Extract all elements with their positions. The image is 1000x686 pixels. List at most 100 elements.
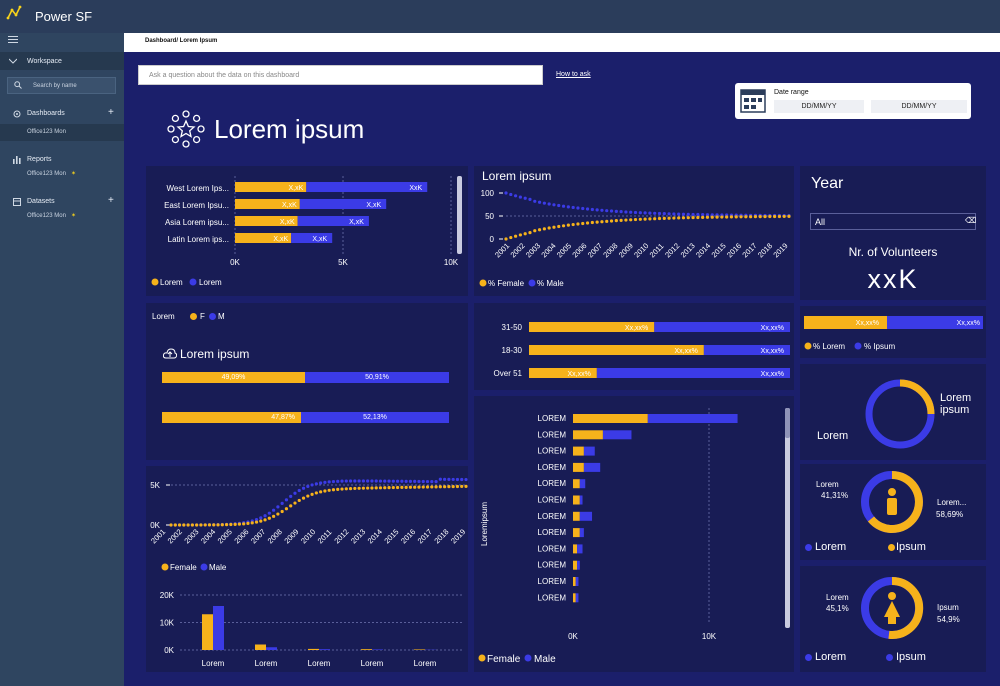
trend-female-point	[224, 523, 229, 527]
age-row-label: 31-50	[502, 323, 523, 332]
hbar-category-label: LOREM	[538, 430, 567, 439]
star-icon: ✶	[71, 171, 77, 177]
sidebar-item-reports[interactable]: Reports	[27, 156, 52, 163]
trend-male-point	[425, 479, 430, 484]
pct-female-point	[701, 215, 705, 219]
dashboard-icon	[13, 110, 21, 118]
pct-male-point	[537, 200, 542, 204]
workspace-row[interactable]	[0, 52, 124, 70]
pct-legend-m: % Male	[537, 279, 564, 288]
donut2-panel[interactable]: Lorem 41,31% Lorem... 58,69% Lorem Ipsum	[800, 464, 986, 560]
trend-panel[interactable]: 5K 0K 2001 2002 2003 2004 2005 2006 2007 2008 2009…	[146, 466, 468, 584]
add-dataset-icon[interactable]: +	[108, 195, 114, 206]
female-legend-label: F	[200, 312, 205, 321]
trend-male-point	[280, 501, 284, 505]
pct-male-point	[609, 209, 614, 213]
pct-male-point	[595, 208, 599, 212]
pct-female-point	[720, 215, 724, 219]
trend-female-point	[259, 519, 263, 523]
trend-x-tick: 2019	[449, 527, 467, 545]
trend-male-point	[323, 480, 327, 484]
trend-female-point	[336, 487, 340, 491]
small-bar-female	[255, 644, 266, 650]
trend-male-point	[400, 479, 404, 483]
region-row-label: West Lorem Ips...	[166, 184, 229, 193]
trend-y-tick: 5K	[150, 481, 160, 490]
small-bar-female	[361, 649, 372, 650]
trend-male-point	[455, 477, 460, 482]
calendar-icon	[740, 89, 766, 113]
pct-male-point	[552, 203, 556, 207]
age-label-male: Xx,xx%	[761, 348, 784, 355]
trend-female-point	[276, 512, 280, 516]
top-bar	[0, 0, 1000, 33]
breadcrumb[interactable]: Dashboard/ Lorem Ipsum	[145, 38, 217, 44]
pct-male-point	[590, 207, 594, 212]
region-row-label: Asia Lorem ipsu...	[165, 218, 229, 227]
trend-female-point	[443, 485, 447, 489]
trend-female-point	[207, 523, 212, 527]
age-bar-chart: 31-50 Xx,xx% Xx,xx% 18-30 Xx,xx% Xx,xx% Over 5…	[494, 322, 790, 378]
pct-x-tick: 2001	[493, 241, 511, 259]
small-bar-female	[414, 649, 425, 650]
pct-male-point	[657, 211, 662, 216]
hbar-bar-male	[647, 414, 738, 423]
pct-y-tick: 0	[490, 235, 495, 244]
pct-line-panel[interactable]: Lorem ipsum 100 50 0 2001 2002 2003 2004 2005 200…	[474, 166, 794, 296]
pct-x-tick: 2010	[632, 241, 650, 259]
trend-female-point	[319, 490, 323, 494]
donut1-chart	[865, 379, 935, 449]
pct-female-point	[672, 216, 676, 220]
donut3-left-label: Lorem	[826, 593, 849, 602]
small-bar-male	[319, 649, 330, 650]
menu-icon[interactable]	[8, 36, 18, 44]
trend-male-point	[366, 479, 370, 483]
region-label-a: X,xK	[282, 202, 297, 209]
donut3-legend-dot-b	[886, 654, 893, 661]
sidebar-item-dashboards[interactable]: Dashboards	[27, 110, 65, 117]
sidebar-subitem-reports[interactable]: Office123 Mon	[27, 171, 66, 177]
trend-male-point	[259, 516, 263, 520]
side-legend-b: % Ipsum	[864, 342, 895, 351]
sidebar-subitem-datasets[interactable]: Office123 Mon	[27, 213, 66, 219]
pct-female-point	[749, 215, 753, 219]
region-label-b: XxK	[409, 185, 422, 192]
hbar-legend-dot-m	[524, 654, 532, 662]
hbar-scroll-thumb	[785, 408, 790, 438]
donut3-panel[interactable]: Lorem 45,1% Ipsum 54,9% Lorem Ipsum	[800, 566, 986, 672]
trend-female-point	[408, 485, 413, 489]
trend-female-point	[430, 485, 434, 489]
pct-x-tick: 2014	[694, 241, 712, 259]
date-to-field[interactable]: DD/MM/YY	[871, 100, 967, 113]
gender-panel[interactable]: Lorem F M Lorem ipsum 49,09% 50,91% 47,8…	[146, 303, 468, 460]
trend-male-point	[464, 477, 468, 482]
clear-filter-icon[interactable]: ⌫	[965, 216, 976, 225]
pct-male-point	[581, 206, 585, 211]
age-row-label: Over 51	[494, 369, 523, 378]
year-select[interactable]: All ⌫	[810, 213, 976, 230]
gender-bar-f2: 47,87%	[162, 412, 301, 423]
pct-female-point	[768, 214, 772, 219]
age-panel[interactable]: 31-50 Xx,xx% Xx,xx% 18-30 Xx,xx% Xx,xx% Over 5…	[474, 303, 794, 390]
sidebar-subitem-dashboards[interactable]: Office123 Mon	[27, 129, 66, 135]
side-bar-panel[interactable]: Xx,xx% Xx,xx% % Lorem % Ipsum	[800, 306, 986, 358]
region-chart-panel[interactable]: 0K 5K 10K West Lorem Ips... X,xK XxK East Lore…	[146, 166, 468, 296]
trend-female-point	[327, 488, 331, 492]
pct-female-point	[528, 231, 532, 235]
donut2-right-pct: 58,69%	[936, 510, 964, 519]
qa-input[interactable]: Ask a question about the data on this da…	[138, 65, 543, 85]
pct-female-point	[619, 218, 623, 222]
region-bar-chart: 0K 5K 10K West Lorem Ips... X,xK XxK East Lore…	[151, 176, 462, 287]
trend-male-point	[395, 479, 400, 483]
pct-male-point	[638, 211, 642, 215]
hbars-panel[interactable]: Loremipsum LOREM LOREM LOREM LOREM LOREM LOREM…	[474, 396, 794, 672]
small-bar-female	[308, 648, 319, 650]
how-to-ask-link[interactable]: How to ask	[556, 71, 591, 78]
date-from-field[interactable]: DD/MM/YY	[774, 100, 864, 113]
small-bars-panel[interactable]: 20K 10K 0K Lorem Lorem Lorem Lorem Lorem	[146, 584, 468, 672]
trend-female-point	[186, 523, 190, 527]
sidebar-item-datasets[interactable]: Datasets	[27, 198, 55, 205]
add-dashboard-icon[interactable]: +	[108, 107, 114, 118]
trend-female-point	[383, 486, 387, 490]
donut1-panel[interactable]: Lorem ipsum Lorem	[800, 364, 986, 460]
